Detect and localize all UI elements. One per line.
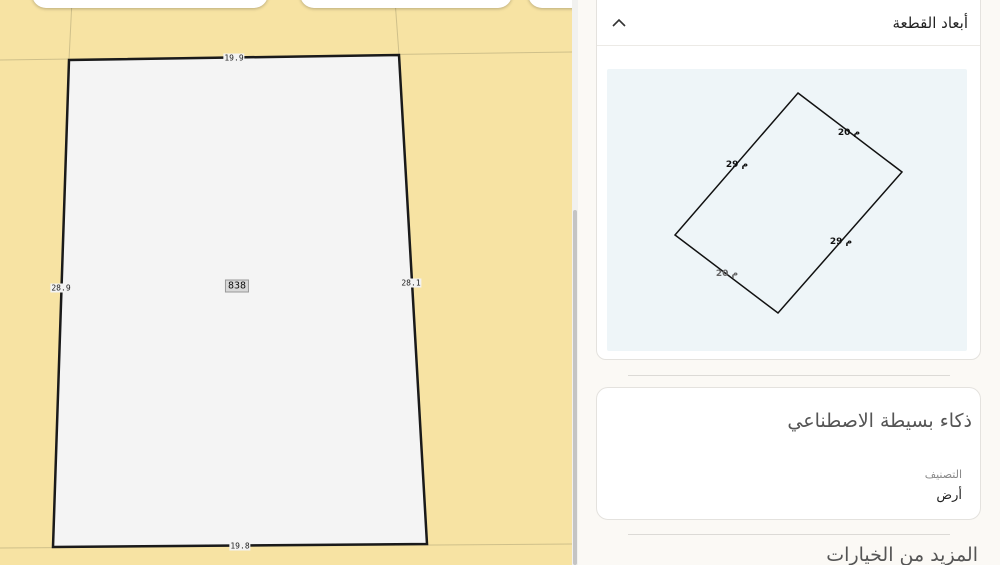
more-options-title[interactable]: المزيد من الخيارات xyxy=(826,544,978,565)
neighbor-boundary xyxy=(68,0,73,61)
parcel-shape-diagram: م 20 م 29 م 29 م 20 xyxy=(607,69,967,351)
selected-parcel[interactable] xyxy=(51,53,429,549)
shape-edge-label: م 29 xyxy=(726,160,748,170)
classification-value: أرض xyxy=(936,488,962,503)
map-top-control[interactable] xyxy=(300,0,512,8)
edge-length-right: 28.1 xyxy=(400,278,422,288)
edge-length-bottom: 19.8 xyxy=(229,541,251,551)
ai-section-title: ذكاء بسيطة الاصطناعي xyxy=(787,410,972,432)
section-title: أبعاد القطعة xyxy=(892,14,968,32)
classification-label: التصنيف xyxy=(924,468,962,481)
map-top-control[interactable] xyxy=(32,0,268,8)
ai-card: ذكاء بسيطة الاصطناعي التصنيف أرض xyxy=(596,387,981,520)
parcel-shape-drawing: م 20 م 29 م 29 م 20 xyxy=(673,91,904,315)
section-divider xyxy=(628,534,950,535)
section-divider xyxy=(628,375,950,376)
parcel-dimensions-card: أبعاد القطعة م 20 م 29 م 29 م 20 xyxy=(596,0,981,360)
parcel-dimensions-header[interactable]: أبعاد القطعة xyxy=(597,1,980,46)
edge-length-left: 28.9 xyxy=(50,283,72,293)
edge-length-top: 19.9 xyxy=(223,53,245,63)
shape-edge-label: م 29 xyxy=(830,237,852,247)
neighbor-boundary xyxy=(394,0,400,56)
parcel-area-label: 838 xyxy=(224,279,250,293)
parcel-map-drawing xyxy=(0,0,572,549)
shape-edge-label: م 20 xyxy=(716,269,738,279)
scrollbar-thumb[interactable] xyxy=(573,210,577,565)
chevron-up-icon[interactable] xyxy=(611,17,627,29)
classification-field: التصنيف أرض xyxy=(608,460,972,510)
parcel-outline xyxy=(673,91,904,315)
side-panel: أبعاد القطعة م 20 م 29 م 29 م 20 ذكاء بس… xyxy=(578,0,1000,565)
parcel-map[interactable]: 19.9 19.8 28.9 28.1 838 xyxy=(0,0,572,565)
shape-edge-label: م 20 xyxy=(838,128,860,138)
